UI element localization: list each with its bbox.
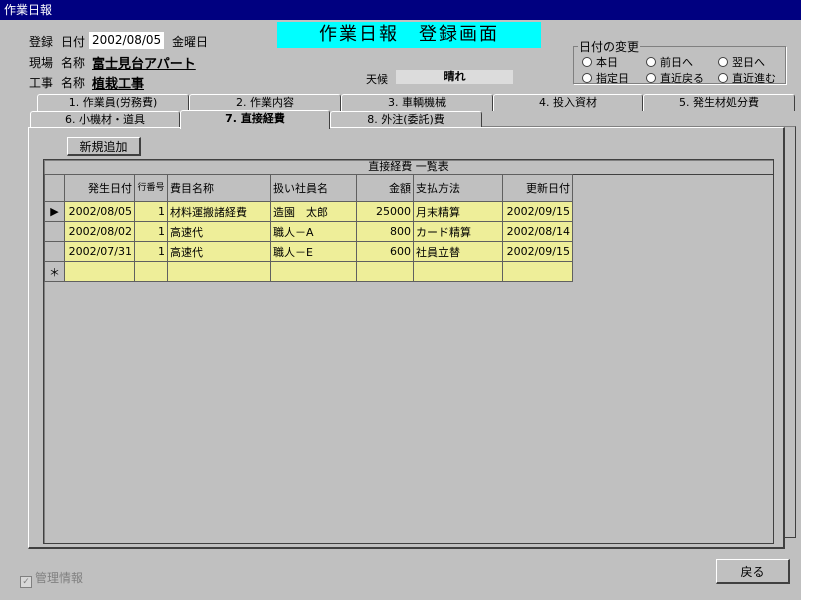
site-label: 現場 (29, 56, 54, 70)
tab-workers[interactable]: 1. 作業員(労務費) (37, 94, 189, 111)
table-row[interactable]: ▶ 2002/08/05 1 材料運搬諸経費 造園 太郎 25000 月末精算 … (44, 201, 573, 222)
date-label: 日付 (61, 35, 86, 49)
corner-cell (44, 174, 65, 202)
cell-occurrence-date[interactable]: 2002/08/02 (64, 221, 135, 242)
cell-amount[interactable]: 800 (356, 221, 414, 242)
radio-icon (718, 57, 728, 67)
row-selector[interactable] (44, 241, 65, 262)
cell-expense-item[interactable] (167, 261, 271, 282)
work-label: 工事 (29, 76, 54, 90)
radio-prev-day[interactable]: 前日へ (646, 54, 693, 70)
table-row[interactable]: 2002/08/02 1 高速代 職人－A 800 カード精算 2002/08/… (44, 221, 573, 242)
radio-next-day[interactable]: 翌日へ (718, 54, 765, 70)
cell-updated-date[interactable]: 2002/08/14 (502, 221, 573, 242)
admin-info-checkbox[interactable]: ✓ 管理情報 (20, 569, 83, 588)
cell-updated-date[interactable]: 2002/09/15 (502, 201, 573, 222)
cell-staff-name[interactable]: 職人－E (270, 241, 357, 262)
tab-work-content[interactable]: 2. 作業内容 (189, 94, 341, 111)
cell-line-no[interactable]: 1 (134, 241, 168, 262)
row-selector[interactable] (44, 221, 65, 242)
col-line-no: 行番号 (134, 174, 168, 202)
site-name-label: 名称 (61, 56, 86, 70)
cell-amount[interactable]: 600 (356, 241, 414, 262)
cell-staff-name[interactable]: 造園 太郎 (270, 201, 357, 222)
weather-label: 天候 (366, 73, 388, 86)
col-staff-name: 扱い社員名 (270, 174, 357, 202)
tab-outsourcing[interactable]: 8. 外注(委託)費 (330, 111, 482, 128)
new-row-selector[interactable]: ＊ (44, 261, 65, 282)
cell-line-no[interactable] (134, 261, 168, 282)
cell-updated-date[interactable]: 2002/09/15 (502, 241, 573, 262)
cell-payment-method[interactable]: カード精算 (413, 221, 503, 242)
main-window: 作業日報 登録 日付 2002/08/05 金曜日 現場 名称 富士見台アパート… (0, 0, 801, 600)
col-occurrence-date: 発生日付 (64, 174, 135, 202)
radio-icon (718, 73, 728, 83)
window-title: 作業日報 (0, 0, 801, 20)
date-field[interactable]: 2002/08/05 (89, 32, 165, 49)
radio-today[interactable]: 本日 (582, 54, 618, 70)
table-row[interactable]: 2002/07/31 1 高速代 職人－E 600 社員立替 2002/09/1… (44, 241, 573, 262)
cell-staff-name[interactable]: 職人－A (270, 221, 357, 242)
tab-materials[interactable]: 4. 投入資材 (493, 94, 643, 111)
cell-line-no[interactable]: 1 (134, 201, 168, 222)
radio-icon (646, 73, 656, 83)
cell-amount[interactable] (356, 261, 414, 282)
cell-amount[interactable]: 25000 (356, 201, 414, 222)
cell-expense-item[interactable]: 材料運搬諸経費 (167, 201, 271, 222)
screen-banner: 作業日報 登録画面 (277, 22, 541, 48)
tab-vehicles[interactable]: 3. 車輌機械 (341, 94, 493, 111)
tab-direct-expenses[interactable]: 7. 直接経費 (180, 110, 330, 129)
radio-recent-back[interactable]: 直近戻る (646, 70, 704, 86)
col-amount: 金額 (356, 174, 414, 202)
col-expense-item: 費目名称 (167, 174, 271, 202)
radio-icon (582, 73, 592, 83)
tab-page-direct-expenses: 新規追加 直接経費 一覧表 発生日付 行番号 費目名称 扱い社員名 金額 支払方… (28, 127, 785, 549)
cell-occurrence-date[interactable] (64, 261, 135, 282)
current-row-selector[interactable]: ▶ (44, 201, 65, 222)
radio-recent-forward[interactable]: 直近進む (718, 70, 776, 86)
header-row: 発生日付 行番号 費目名称 扱い社員名 金額 支払方法 更新日付 (44, 174, 573, 202)
cell-payment-method[interactable]: 月末精算 (413, 201, 503, 222)
cell-occurrence-date[interactable]: 2002/07/31 (64, 241, 135, 262)
reg-label: 登録 (29, 35, 54, 49)
expense-list-subform: 直接経費 一覧表 発生日付 行番号 費目名称 扱い社員名 金額 支払方法 更新日… (43, 159, 774, 544)
cell-payment-method[interactable] (413, 261, 503, 282)
col-updated-date: 更新日付 (502, 174, 573, 202)
site-name: 富士見台アパート (92, 57, 196, 72)
date-change-legend: 日付の変更 (579, 40, 640, 54)
expense-table: 発生日付 行番号 費目名称 扱い社員名 金額 支払方法 更新日付 ▶ 2002/… (44, 174, 573, 282)
weather-value: 晴れ (396, 70, 513, 84)
new-record-row[interactable]: ＊ (44, 261, 573, 282)
radio-specified-date[interactable]: 指定日 (582, 70, 629, 86)
checkmark-icon: ✓ (20, 576, 32, 588)
cell-expense-item[interactable]: 高速代 (167, 241, 271, 262)
cell-payment-method[interactable]: 社員立替 (413, 241, 503, 262)
cell-updated-date[interactable] (502, 261, 573, 282)
radio-icon (582, 57, 592, 67)
cell-line-no[interactable]: 1 (134, 221, 168, 242)
cell-expense-item[interactable]: 高速代 (167, 221, 271, 242)
tab-small-tools[interactable]: 6. 小機材・道具 (30, 111, 180, 128)
col-payment-method: 支払方法 (413, 174, 503, 202)
list-title: 直接経費 一覧表 (44, 160, 773, 175)
work-name: 植栽工事 (92, 77, 145, 92)
tab-waste-disposal[interactable]: 5. 発生材処分費 (643, 94, 795, 111)
cell-staff-name[interactable] (270, 261, 357, 282)
add-new-button[interactable]: 新規追加 (67, 137, 141, 156)
work-name-label: 名称 (61, 76, 86, 90)
weekday-text: 金曜日 (172, 35, 209, 49)
cell-occurrence-date[interactable]: 2002/08/05 (64, 201, 135, 222)
back-button[interactable]: 戻る (716, 559, 790, 584)
radio-icon (646, 57, 656, 67)
